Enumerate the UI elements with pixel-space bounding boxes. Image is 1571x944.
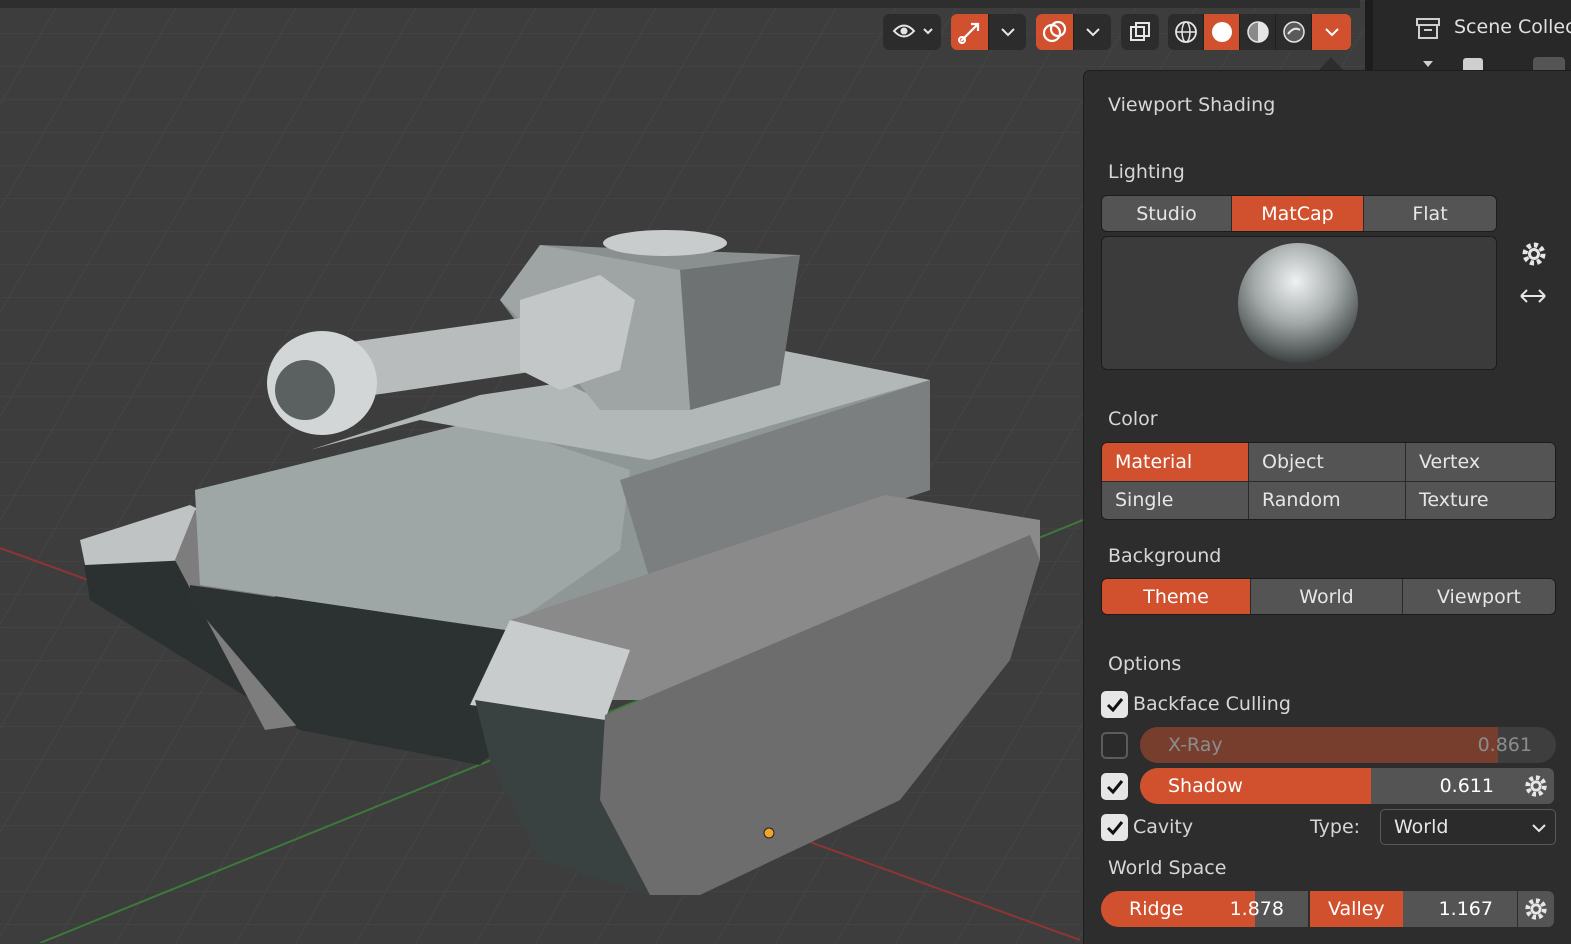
xray-value: 0.861 bbox=[1477, 734, 1532, 756]
lighting-label: Lighting bbox=[1108, 161, 1185, 183]
valley-value: 1.167 bbox=[1438, 898, 1493, 920]
object-origin-dot bbox=[763, 827, 775, 839]
background-selector[interactable]: Theme World Viewport bbox=[1101, 578, 1556, 615]
cavity-type-dropdown[interactable]: World bbox=[1380, 809, 1556, 845]
gizmo-group[interactable] bbox=[951, 14, 1026, 50]
lighting-matcap-option[interactable]: MatCap bbox=[1232, 196, 1364, 231]
lighting-studio-option[interactable]: Studio bbox=[1102, 196, 1232, 231]
background-theme-option[interactable]: Theme bbox=[1102, 579, 1251, 614]
overlay-group[interactable] bbox=[1036, 14, 1111, 50]
flip-horizontal-icon[interactable] bbox=[1518, 285, 1548, 311]
ridge-value: 1.878 bbox=[1229, 898, 1284, 920]
visibility-group[interactable] bbox=[883, 14, 941, 50]
options-label: Options bbox=[1108, 653, 1182, 675]
shadow-checkbox[interactable] bbox=[1101, 773, 1128, 800]
color-selector[interactable]: Material Object Vertex Single Random Tex… bbox=[1101, 442, 1556, 520]
chevron-down-icon[interactable] bbox=[989, 14, 1026, 50]
popover-pointer bbox=[1318, 57, 1344, 71]
valley-field[interactable]: Valley 1.167 bbox=[1310, 891, 1517, 927]
chevron-down-icon[interactable] bbox=[1312, 14, 1351, 50]
checkmark-icon bbox=[1106, 779, 1123, 794]
cavity-settings-button[interactable] bbox=[1518, 891, 1554, 927]
color-vertex-option[interactable]: Vertex bbox=[1406, 443, 1555, 481]
material-preview-icon[interactable] bbox=[1240, 14, 1276, 50]
shadow-value: 0.611 bbox=[1439, 775, 1494, 797]
lighting-selector[interactable]: Studio MatCap Flat bbox=[1101, 195, 1497, 232]
xray-checkbox[interactable] bbox=[1101, 732, 1128, 759]
cavity-type-value: World bbox=[1394, 816, 1449, 838]
collection-row-partial[interactable] bbox=[1415, 56, 1571, 70]
color-label: Color bbox=[1108, 408, 1158, 430]
color-material-option[interactable]: Material bbox=[1102, 443, 1248, 481]
xray-label: X-Ray bbox=[1168, 734, 1223, 756]
solid-shading-icon[interactable] bbox=[1204, 14, 1240, 50]
header-strip bbox=[0, 0, 1360, 8]
overlay-icon[interactable] bbox=[1036, 14, 1074, 50]
xray-alpha-slider[interactable]: X-Ray 0.861 bbox=[1140, 727, 1556, 763]
rendered-shading-icon[interactable] bbox=[1276, 14, 1312, 50]
ridge-field[interactable]: Ridge 1.878 bbox=[1101, 891, 1308, 927]
xray-group[interactable] bbox=[1121, 14, 1159, 50]
color-texture-option[interactable]: Texture bbox=[1406, 481, 1555, 519]
shading-mode-group[interactable] bbox=[1168, 14, 1351, 50]
xray-toggle-icon[interactable] bbox=[1121, 14, 1159, 50]
valley-label: Valley bbox=[1328, 898, 1385, 920]
checkmark-icon bbox=[1106, 820, 1123, 835]
cavity-label: Cavity bbox=[1133, 816, 1194, 838]
shadow-settings-button[interactable] bbox=[1518, 768, 1554, 804]
gear-icon bbox=[1525, 775, 1547, 797]
color-random-option[interactable]: Random bbox=[1249, 481, 1405, 519]
color-object-option[interactable]: Object bbox=[1249, 443, 1405, 481]
checkmark-icon bbox=[1106, 697, 1123, 712]
gizmo-icon[interactable] bbox=[951, 14, 989, 50]
chevron-down-icon[interactable] bbox=[1074, 14, 1111, 50]
gear-icon[interactable] bbox=[1520, 240, 1548, 272]
color-single-option[interactable]: Single bbox=[1102, 481, 1248, 519]
cavity-checkbox[interactable] bbox=[1101, 814, 1128, 841]
chevron-down-icon bbox=[1532, 824, 1546, 833]
wireframe-shading-icon[interactable] bbox=[1168, 14, 1204, 50]
background-viewport-option[interactable]: Viewport bbox=[1403, 579, 1555, 614]
popover-title: Viewport Shading bbox=[1108, 94, 1276, 116]
world-space-label: World Space bbox=[1108, 857, 1227, 879]
shadow-label: Shadow bbox=[1168, 775, 1243, 797]
backface-culling-label: Backface Culling bbox=[1133, 693, 1291, 715]
background-world-option[interactable]: World bbox=[1251, 579, 1403, 614]
area-separator[interactable] bbox=[1365, 0, 1373, 70]
backface-culling-checkbox[interactable] bbox=[1101, 691, 1128, 718]
shadow-slider[interactable]: Shadow 0.611 bbox=[1140, 768, 1518, 804]
lighting-flat-option[interactable]: Flat bbox=[1364, 196, 1496, 231]
collection-icon bbox=[1415, 16, 1441, 44]
background-label: Background bbox=[1108, 545, 1222, 567]
eye-icon[interactable] bbox=[883, 14, 941, 50]
outliner-scene-collection[interactable]: Scene Collec bbox=[1454, 16, 1571, 38]
matcap-preview[interactable] bbox=[1101, 236, 1497, 370]
ridge-label: Ridge bbox=[1129, 898, 1184, 920]
matcap-sphere bbox=[1238, 243, 1358, 363]
cavity-type-label: Type: bbox=[1310, 816, 1361, 838]
outliner-panel[interactable]: Scene Collec bbox=[1365, 0, 1571, 70]
gear-icon bbox=[1525, 898, 1547, 920]
